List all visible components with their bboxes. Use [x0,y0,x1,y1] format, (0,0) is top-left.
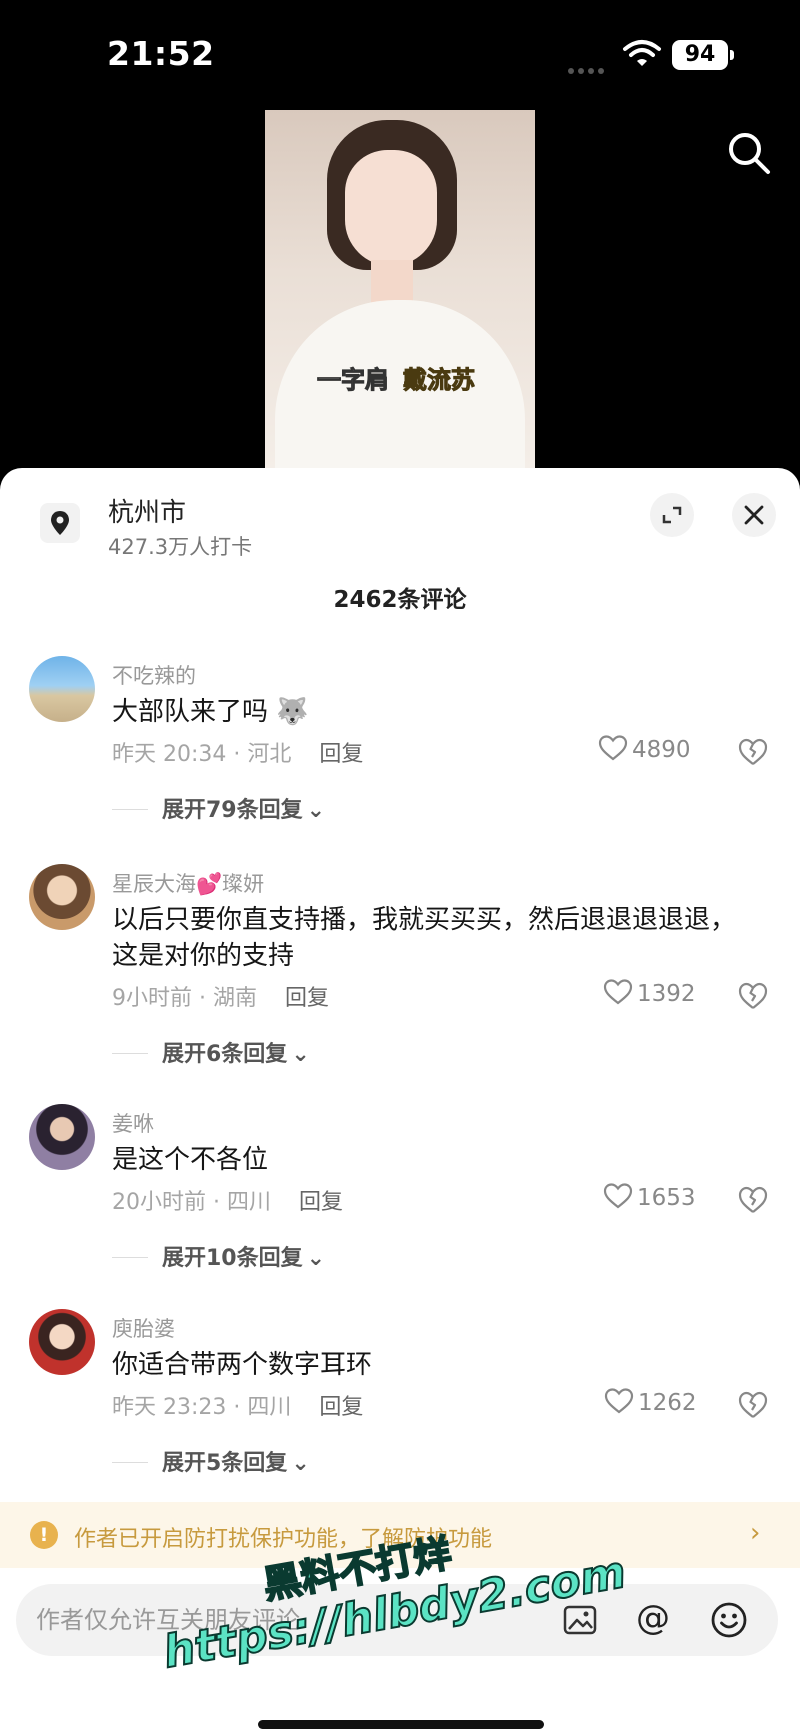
divider [112,1053,148,1054]
wifi-icon [623,40,661,66]
expand-replies-button[interactable]: 展开79条回复 ⌄ [112,792,325,824]
like-count: 4890 [632,737,691,763]
divider [112,1462,148,1463]
comment-meta: 9小时前 · 湖南 回复 [112,980,329,1012]
expand-replies-label: 展开79条回复 [162,798,303,823]
reply-button[interactable]: 回复 [285,986,329,1011]
avatar[interactable] [29,656,95,722]
expand-icon[interactable] [650,493,694,537]
chevron-right-icon: › [750,1518,761,1548]
video-caption-left: 一字肩 [317,366,390,395]
heart-icon [598,735,628,761]
status-bar: 21:52 94 [0,0,800,100]
comment-sheet: 杭州市 427.3万人打卡 2462条评论 不吃辣的 大部队来了吗 🐺 昨天 2… [0,468,800,1735]
protection-notice-banner[interactable]: ! 作者已开启防打扰保护功能，了解防护功能 › [0,1502,800,1568]
reply-button[interactable]: 回复 [319,742,363,767]
info-icon: ! [30,1521,58,1549]
video-figure-face [345,150,437,266]
like-count: 1392 [637,981,696,1007]
battery-tip [730,50,734,60]
notice-text: 作者已开启防打扰保护功能，了解防护功能 [74,1527,493,1552]
comment-time-location: 昨天 23:23 · 四川 [112,1395,292,1420]
comment-text: 大部队来了吗 🐺 [112,697,309,727]
home-indicator[interactable] [258,1720,544,1729]
expand-replies-label: 展开6条回复 [162,1042,288,1067]
comment-time-location: 20小时前 · 四川 [112,1190,271,1215]
location-checkins: 427.3万人打卡 [108,535,253,559]
broken-heart-icon[interactable] [737,736,769,768]
chevron-down-icon: ⌄ [306,1246,326,1271]
comment-text: 你适合带两个数字耳环 [112,1350,373,1380]
comment-username[interactable]: 不吃辣的 [112,660,196,690]
like-button[interactable]: 1392 [603,978,696,1007]
chevron-down-icon: ⌄ [291,1042,310,1067]
battery-indicator: 94 [672,40,728,70]
heart-icon [604,1388,634,1414]
video-player[interactable]: 一字肩 戴流苏 [265,110,535,470]
like-count: 1653 [637,1185,696,1211]
comment-time-location: 昨天 20:34 · 河北 [112,742,292,767]
broken-heart-icon[interactable] [737,980,769,1012]
divider [112,1257,148,1258]
video-caption: 一字肩 戴流苏 [317,360,476,395]
expand-replies-label: 展开10条回复 [162,1246,303,1271]
video-caption-right: 戴流苏 [403,366,476,395]
chevron-down-icon: ⌄ [306,798,326,823]
reply-button[interactable]: 回复 [299,1190,343,1215]
comment-username[interactable]: 庾胎婆 [112,1313,175,1343]
cellular-signal-icon [568,59,608,78]
comment-meta: 20小时前 · 四川 回复 [112,1184,343,1216]
comment-text: 是这个不各位 [112,1145,269,1175]
comment-input[interactable] [36,1598,556,1642]
like-button[interactable]: 1653 [603,1182,696,1211]
avatar[interactable] [29,864,95,930]
like-count: 1262 [638,1390,697,1416]
like-button[interactable]: 1262 [604,1387,697,1416]
emoji-icon[interactable] [710,1601,748,1639]
like-button[interactable]: 4890 [598,734,691,763]
heart-icon [603,979,633,1005]
divider [112,809,148,810]
reply-button[interactable]: 回复 [319,1395,363,1420]
chevron-down-icon: ⌄ [291,1451,310,1476]
expand-replies-button[interactable]: 展开5条回复 ⌄ [112,1445,310,1477]
location-pin-icon[interactable] [40,503,80,543]
expand-replies-button[interactable]: 展开10条回复 ⌄ [112,1240,325,1272]
comment-username[interactable]: 星辰大海💕璨妍 [112,868,264,898]
comment-time-location: 9小时前 · 湖南 [112,986,257,1011]
avatar[interactable] [29,1309,95,1375]
expand-replies-label: 展开5条回复 [162,1451,288,1476]
comment-meta: 昨天 20:34 · 河北 回复 [112,736,363,768]
comment-input-bar: @ [16,1584,778,1656]
broken-heart-icon[interactable] [737,1389,769,1421]
status-time: 21:52 [107,34,215,73]
comment-meta: 昨天 23:23 · 四川 回复 [112,1389,363,1421]
avatar[interactable] [29,1104,95,1170]
comment-text: 以后只要你直支持播，我就买买买，然后退退退退退，这是对你的支持 [112,905,737,971]
heart-icon [603,1183,633,1209]
comment-count: 2462条评论 [333,587,467,613]
expand-replies-button[interactable]: 展开6条回复 ⌄ [112,1036,310,1068]
search-icon[interactable] [724,128,774,178]
mention-button[interactable]: @ [636,1598,670,1638]
close-icon[interactable] [732,493,776,537]
location-title[interactable]: 杭州市 [108,492,186,529]
image-icon[interactable] [562,1602,598,1638]
comment-username[interactable]: 姜咻 [112,1108,154,1138]
broken-heart-icon[interactable] [737,1184,769,1216]
